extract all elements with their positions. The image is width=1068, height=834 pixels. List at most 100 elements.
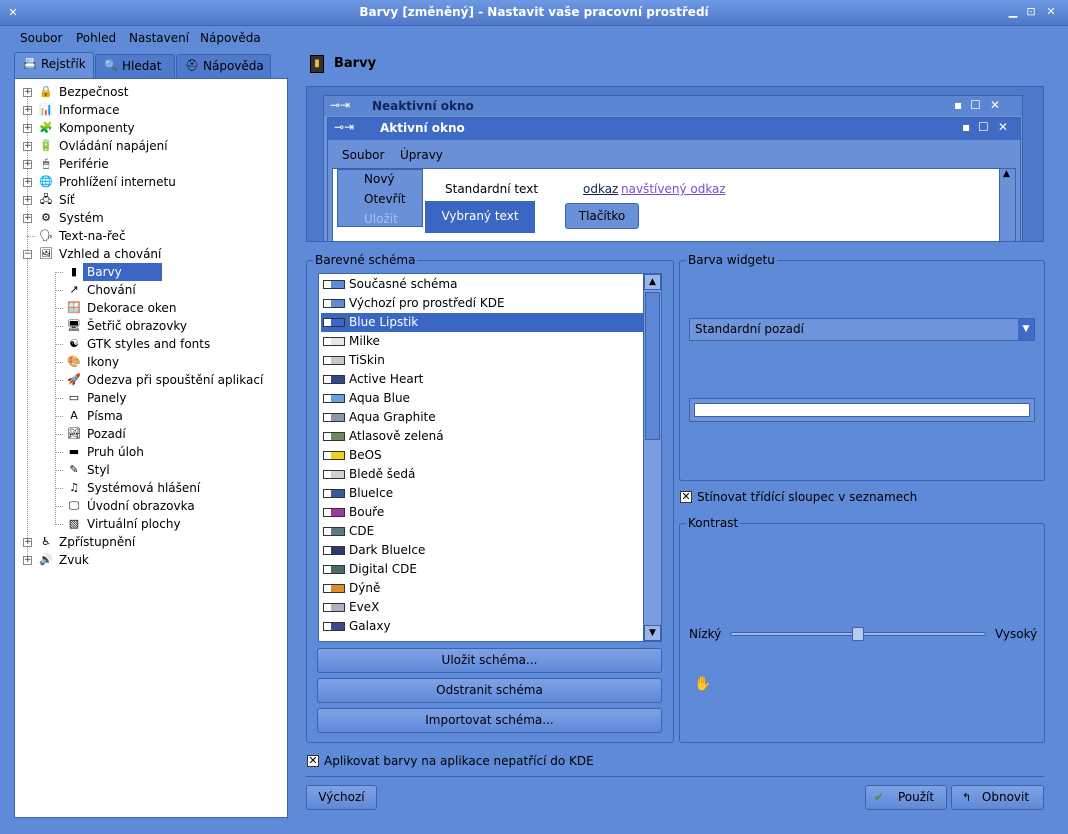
tree-item[interactable]: 🪟 Dekorace oken [15, 299, 285, 317]
tree-item[interactable]: ▮ Barvy [15, 263, 285, 281]
apply-button[interactable]: ✔ Použít [865, 785, 947, 810]
scheme-item[interactable]: Galaxy [321, 617, 643, 636]
scheme-item[interactable]: Bouře [321, 503, 643, 522]
scheme-item[interactable]: BeOS [321, 446, 643, 465]
tree-item[interactable]: 🎨 Ikony [15, 353, 285, 371]
color-preview[interactable]: ⊸⇥ Neaktivní okno ▪ ☐ ✕ ⊸⇥ Aktivní okno … [306, 86, 1044, 242]
tree-item-label: Úvodní obrazovka [87, 499, 195, 513]
reset-button[interactable]: ↰ Obnovit [951, 785, 1044, 810]
tree-item[interactable]: + 🧩 Komponenty [15, 119, 285, 137]
maximize-icon[interactable]: ⊡ [1024, 5, 1038, 19]
expand-icon[interactable]: + [23, 124, 32, 133]
colors-icon: ▮ [310, 55, 324, 73]
contrast-slider-handle[interactable] [852, 627, 864, 641]
tree-item[interactable]: + 🌐 Prohlížení internetu [15, 173, 285, 191]
scheme-item[interactable]: TiSkin [321, 351, 643, 370]
tree-item[interactable]: + 📊 Informace [15, 101, 285, 119]
close-icon[interactable]: ✕ [1044, 5, 1058, 19]
scheme-item[interactable]: Digital CDE [321, 560, 643, 579]
tree-item[interactable]: ▧ Virtuální plochy [15, 515, 285, 533]
scheme-item[interactable]: Dýně [321, 579, 643, 598]
remove-scheme-button[interactable]: Odstranit schéma [317, 678, 662, 703]
menu-soubor[interactable]: Soubor [20, 31, 62, 45]
collapse-icon[interactable]: − [23, 250, 32, 259]
scheme-item[interactable]: Bledě šedá [321, 465, 643, 484]
tree-item[interactable]: A Písma [15, 407, 285, 425]
scheme-item[interactable]: BlueIce [321, 484, 643, 503]
scroll-down-icon[interactable]: ▼ [644, 625, 661, 641]
scheme-item[interactable]: Blue Lipstik [321, 313, 643, 332]
tree-item[interactable]: + 🔊 Zvuk [15, 551, 285, 569]
preview-menu-soubor: Soubor [342, 148, 385, 162]
tree-item[interactable]: ↗ Chování [15, 281, 285, 299]
title-bar[interactable]: ✕ Barvy [změněný] - Nastavit vaše pracov… [0, 0, 1068, 26]
tree-item[interactable]: 🖥 Šetřič obrazovky [15, 317, 285, 335]
panels-icon: ▭ [68, 391, 80, 404]
scheme-item[interactable]: Současné schéma [321, 275, 643, 294]
tree-item[interactable]: 🏞 Pozadí [15, 425, 285, 443]
tree-item[interactable]: + ⚙ Systém [15, 209, 285, 227]
menu-nastaveni[interactable]: Nastavení [129, 31, 189, 45]
module-tree[interactable]: + 🔒 Bezpečnost + 📊 Informace + 🧩 Komponenty + 🔋 Ovl… [14, 78, 288, 818]
tree-item[interactable]: 🖵 Úvodní obrazovka [15, 497, 285, 515]
tree-item[interactable]: ▭ Panely [15, 389, 285, 407]
scroll-thumb[interactable] [645, 292, 660, 440]
tree-item[interactable]: + 🔋 Ovládání napájení [15, 137, 285, 155]
scheme-swatch-icon [323, 356, 345, 365]
tree-item[interactable]: ✎ Styl [15, 461, 285, 479]
defaults-button[interactable]: Výchozí [306, 785, 377, 810]
preview-visited-link: navštívený odkaz [621, 182, 726, 196]
tab-rejstrik[interactable]: 📇 Rejstřík [14, 52, 94, 78]
widget-select[interactable]: Standardní pozadí ▼ [689, 318, 1035, 341]
tree-item[interactable]: + 🔒 Bezpečnost [15, 83, 285, 101]
widget-color-button[interactable] [689, 398, 1035, 422]
scheme-item[interactable]: Aqua Graphite [321, 408, 643, 427]
tree-item[interactable]: 🚀 Odezva při spouštění aplikací [15, 371, 285, 389]
scheme-item[interactable]: Atlasově zelená [321, 427, 643, 446]
expand-icon[interactable]: + [23, 178, 32, 187]
preview-active-window[interactable]: ⊸⇥ Aktivní okno ▪ ☐ ✕ Soubor Úpravy Nový… [327, 117, 1021, 241]
expand-icon[interactable]: + [23, 160, 32, 169]
expand-icon[interactable]: + [23, 142, 32, 151]
tree-item[interactable]: ♫ Systémová hlášení [15, 479, 285, 497]
menu-pohled[interactable]: Pohled [76, 31, 116, 45]
tree-item[interactable]: ☯ GTK styles and fonts [15, 335, 285, 353]
menu-napoveda[interactable]: Nápověda [200, 31, 261, 45]
tree-item[interactable]: − 🖼 Vzhled a chování [15, 245, 285, 263]
scheme-item[interactable]: Výchozí pro prostředí KDE [321, 294, 643, 313]
scheme-item[interactable]: EveX [321, 598, 643, 617]
expand-icon[interactable]: + [23, 196, 32, 205]
apply-non-kde-checkbox[interactable]: ✕ [307, 755, 319, 767]
tree-item[interactable]: + ♿ Zpřístupnění [15, 533, 285, 551]
shade-column-checkbox[interactable]: ✕ [680, 491, 692, 503]
tree-item[interactable]: 🗣 Text-na-řeč [15, 227, 285, 245]
scheme-item[interactable]: Dark BlueIce [321, 541, 643, 560]
tree-connector [55, 362, 63, 363]
import-scheme-button[interactable]: Importovat schéma... [317, 708, 662, 733]
tab-napoveda[interactable]: ⛑ Nápověda [176, 54, 271, 78]
expand-icon[interactable]: + [23, 556, 32, 565]
scheme-item-label: Současné schéma [349, 277, 458, 291]
expand-icon[interactable]: + [23, 214, 32, 223]
tree-item[interactable]: ▬ Pruh úloh [15, 443, 285, 461]
scheme-item[interactable]: Active Heart [321, 370, 643, 389]
scheme-item[interactable]: CDE [321, 522, 643, 541]
preview-popup-menu: Nový Otevřít Uložit [337, 169, 423, 227]
scheme-list[interactable]: Současné schéma Výchozí pro prostředí KDE… [318, 273, 662, 642]
tree-item[interactable]: + 🖧 Síť [15, 191, 285, 209]
scheme-item[interactable]: Aqua Blue [321, 389, 643, 408]
expand-icon[interactable]: + [23, 106, 32, 115]
scheme-scrollbar[interactable]: ▲ ▼ [643, 274, 661, 641]
tree-connector [55, 326, 63, 327]
tree-item[interactable]: + 🖱 Periférie [15, 155, 285, 173]
colors-icon: ▮ [70, 265, 78, 278]
scroll-up-icon[interactable]: ▲ [644, 274, 661, 290]
tab-hledat[interactable]: 🔍 Hledat [95, 54, 175, 78]
appearance-icon: 🖼 [39, 247, 53, 260]
scheme-item[interactable]: Milke [321, 332, 643, 351]
minimize-icon[interactable]: ▁ [1006, 5, 1020, 19]
expand-icon[interactable]: + [23, 538, 32, 547]
save-scheme-button[interactable]: Uložit schéma... [317, 648, 662, 673]
undo-icon: ↰ [962, 791, 972, 804]
expand-icon[interactable]: + [23, 88, 32, 97]
